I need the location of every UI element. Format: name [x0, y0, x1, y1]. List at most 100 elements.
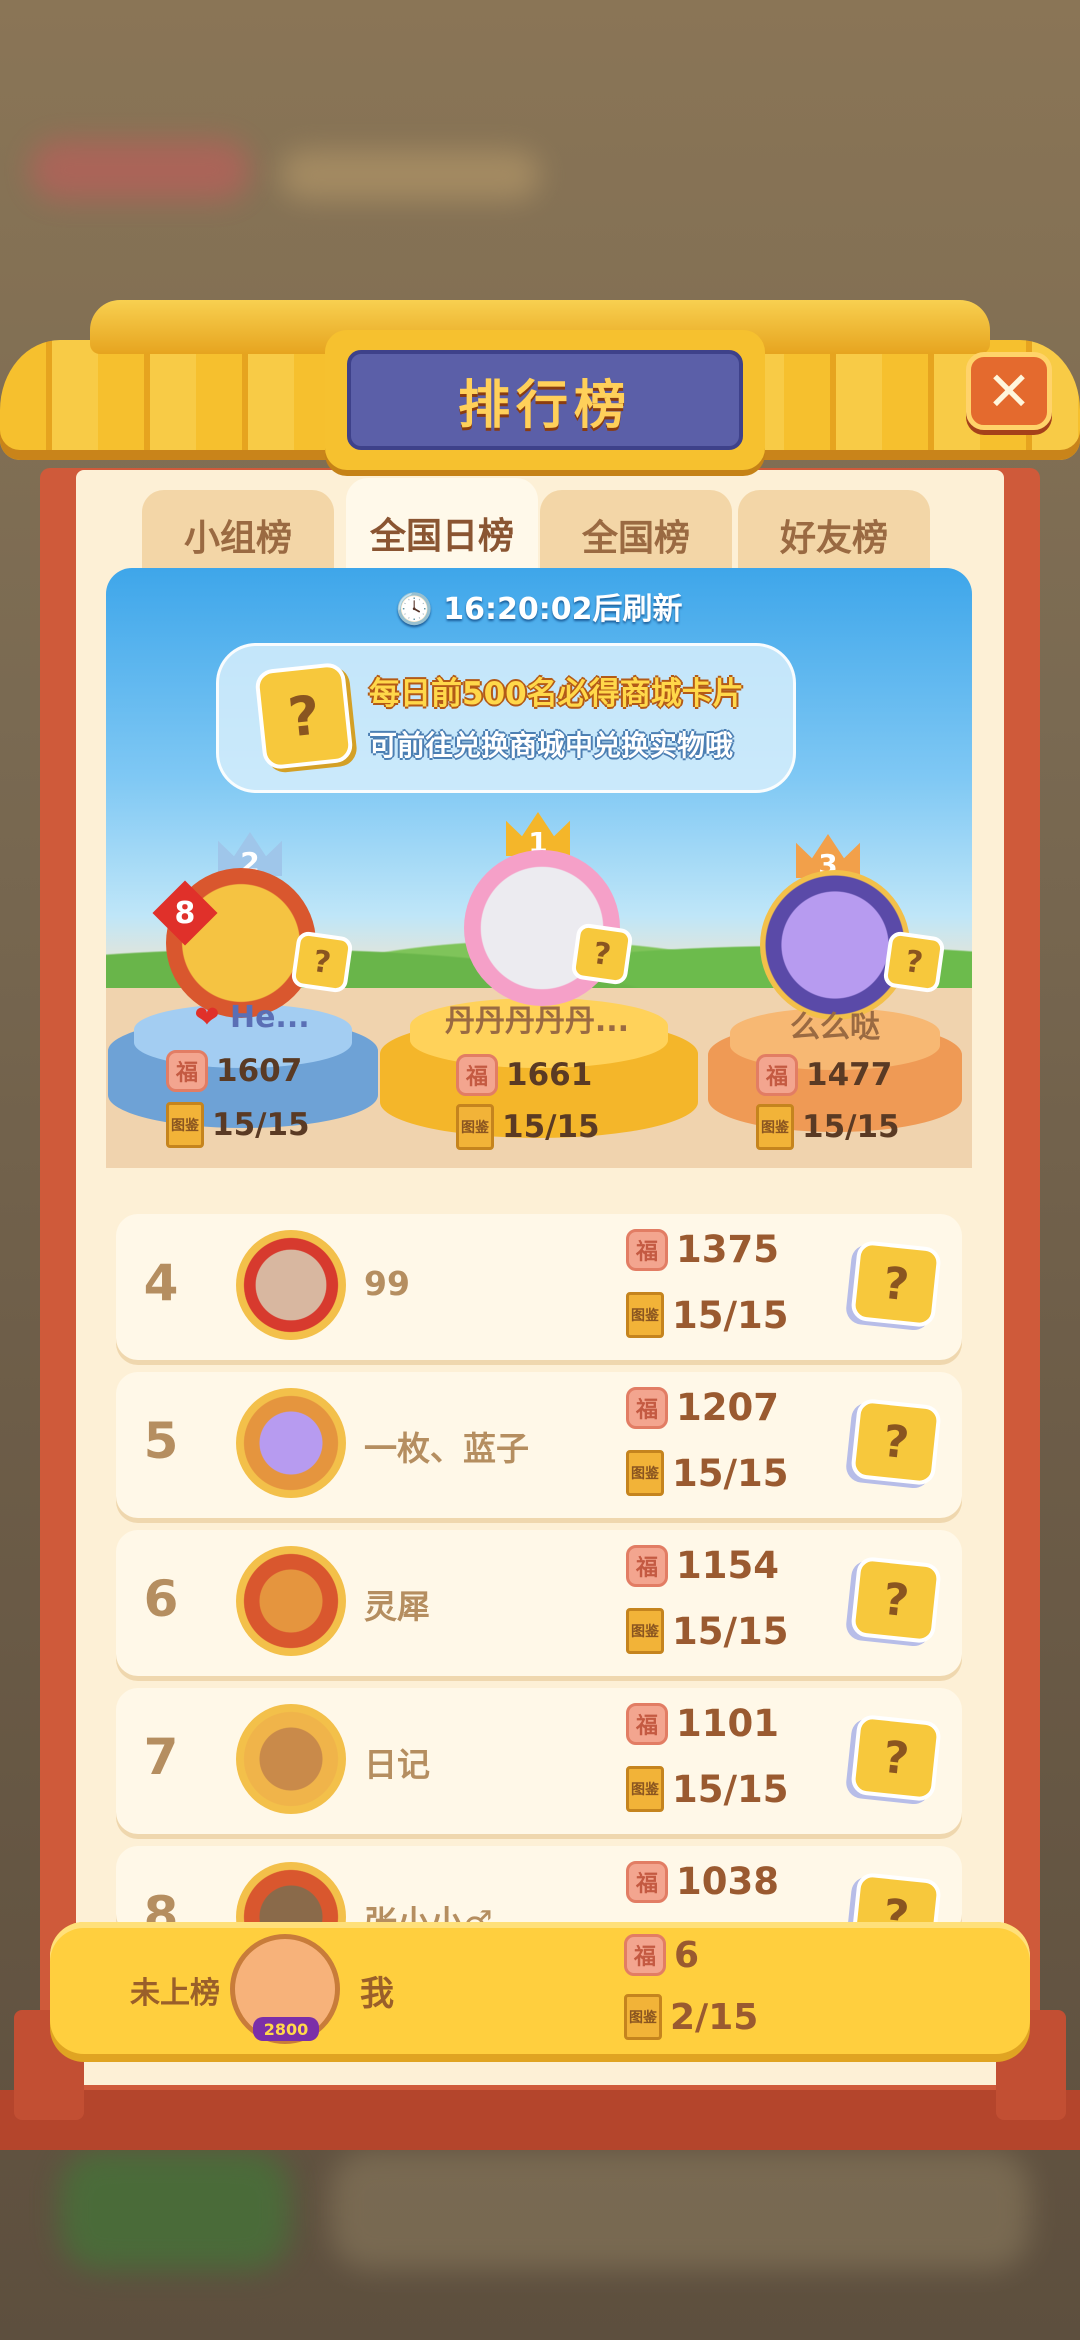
my-rank-label: 未上榜 [130, 1976, 220, 2011]
progress-value: 15/15 [212, 1107, 310, 1143]
book-icon: 图鉴 [626, 1450, 664, 1496]
refresh-timer: 🕓 16:20:02后刷新 [106, 584, 972, 628]
mystery-card-icon[interactable]: ? [850, 1713, 942, 1803]
progress-value: 15/15 [802, 1109, 900, 1145]
timer-suffix: 后刷新 [592, 592, 683, 627]
row-score: 福 1375 [626, 1228, 779, 1271]
background-blob [280, 150, 540, 200]
background-blob [330, 2150, 1030, 2270]
podium-name: 丹丹丹丹丹... [444, 1004, 630, 1039]
mystery-card-icon[interactable]: ? [850, 1397, 942, 1487]
tab-label: 全国榜 [581, 518, 690, 559]
avatar-badge: 2800 [253, 2017, 319, 2041]
frame-base [0, 2090, 1080, 2150]
row-name: 日记 [364, 1745, 430, 1784]
score-value: 1661 [506, 1057, 593, 1093]
podium-progress: 图鉴 15/15 [166, 1102, 310, 1148]
row-score: 福 1038 [626, 1860, 779, 1903]
card-mark: ? [880, 1415, 912, 1469]
row-name: 一枚、蓝子 [364, 1429, 529, 1468]
avatar [236, 1388, 346, 1498]
fu-icon: 福 [456, 1054, 498, 1096]
banner-line2: 可前往兑换商城中兑换实物哦 [369, 729, 734, 762]
mystery-card-icon: ? [290, 930, 354, 994]
book-icon: 图鉴 [626, 1608, 664, 1654]
podium-score: 福 1607 [166, 1050, 302, 1092]
podium-score: 福 1477 [756, 1054, 892, 1096]
tab-label: 全国日榜 [369, 516, 514, 557]
book-icon: 图鉴 [626, 1766, 664, 1812]
score-value: 1101 [676, 1702, 779, 1745]
progress-value: 2/15 [670, 1996, 759, 2038]
score-value: 1607 [216, 1053, 303, 1089]
my-score: 福6 [624, 1934, 699, 1976]
card-mark: ? [880, 1257, 912, 1311]
podium-name: 么么哒 [790, 1010, 880, 1045]
score-value: 1154 [676, 1544, 779, 1587]
tab-group-rank[interactable]: 小组榜 [142, 490, 334, 580]
book-icon: 图鉴 [624, 1994, 662, 2040]
podium-name-text: He... [229, 1000, 310, 1035]
list-item[interactable]: 7 日记 福 1101 图鉴 15/15 ? [116, 1688, 962, 1834]
avatar [236, 1230, 346, 1340]
page-title: 排行榜 [457, 375, 632, 436]
fu-icon: 福 [626, 1860, 668, 1903]
row-score: 福 1101 [626, 1702, 779, 1745]
podium-progress: 图鉴 15/15 [456, 1104, 600, 1150]
row-rank: 7 [143, 1728, 179, 1786]
fu-icon: 福 [626, 1228, 668, 1271]
card-mark: ? [880, 1573, 912, 1627]
fu-icon: 福 [626, 1386, 668, 1429]
mystery-card-icon: ? [882, 930, 946, 994]
progress-value: 15/15 [672, 1451, 789, 1495]
book-icon: 图鉴 [456, 1104, 494, 1150]
background-blob [30, 140, 250, 200]
score-value: 1207 [676, 1386, 779, 1429]
row-score: 福 1154 [626, 1544, 779, 1587]
top-three-area: 🕓 16:20:02后刷新 ? 每日前500名必得商城卡片 可前往兑换商城中兑换… [106, 568, 972, 1168]
progress-value: 15/15 [502, 1109, 600, 1145]
fu-icon: 福 [626, 1702, 668, 1745]
progress-value: 15/15 [672, 1609, 789, 1653]
card-mark: ? [590, 935, 614, 973]
podium-score: 福 1661 [456, 1054, 592, 1096]
avatar: 8 [152, 868, 316, 1018]
clock-icon: 🕓 [395, 592, 433, 627]
row-name: 99 [364, 1264, 410, 1303]
card-mark: ? [310, 943, 334, 981]
podium-progress: 图鉴 15/15 [756, 1104, 900, 1150]
timer-time: 16:20:02 [443, 592, 593, 627]
score-value: 1375 [676, 1228, 779, 1271]
score-value: 6 [674, 1934, 700, 1976]
row-rank: 6 [143, 1570, 179, 1628]
tab-label: 好友榜 [779, 518, 888, 559]
progress-value: 15/15 [672, 1767, 789, 1811]
list-item[interactable]: 6 灵犀 福 1154 图鉴 15/15 ? [116, 1530, 962, 1676]
row-rank: 5 [143, 1412, 179, 1470]
tab-national[interactable]: 全国榜 [540, 490, 732, 580]
fu-icon: 福 [626, 1544, 668, 1587]
row-name: 灵犀 [364, 1587, 430, 1626]
avatar [236, 1704, 346, 1814]
heart-icon: ❤ [194, 1000, 220, 1035]
list-item[interactable]: 5 一枚、蓝子 福 1207 图鉴 15/15 ? [116, 1372, 962, 1518]
fu-icon: 福 [756, 1054, 798, 1096]
tab-label: 小组榜 [183, 518, 292, 559]
close-icon: ✕ [986, 359, 1032, 423]
background-blob [60, 2150, 290, 2270]
close-button[interactable]: ✕ [966, 352, 1052, 430]
tab-friends[interactable]: 好友榜 [738, 490, 930, 580]
my-avatar: 2800 [230, 1934, 340, 2044]
mystery-card-icon[interactable]: ? [850, 1239, 942, 1329]
row-rank: 4 [143, 1254, 179, 1312]
podium-name: ❤ He... [182, 1000, 322, 1035]
mystery-card-icon[interactable]: ? [850, 1555, 942, 1645]
title-inner: 排行榜 [347, 350, 743, 450]
my-rank-row[interactable]: 未上榜 2800 我 福6 图鉴 2/15 [50, 1922, 1030, 2054]
avatar [236, 1546, 346, 1656]
list-item[interactable]: 4 99 福 1375 图鉴 15/15 ? [116, 1214, 962, 1360]
card-mark: ? [880, 1731, 912, 1785]
title-plaque: 排行榜 [325, 330, 765, 470]
row-progress: 图鉴 15/15 [626, 1608, 789, 1654]
fortune-badge-text: 8 [174, 895, 196, 931]
